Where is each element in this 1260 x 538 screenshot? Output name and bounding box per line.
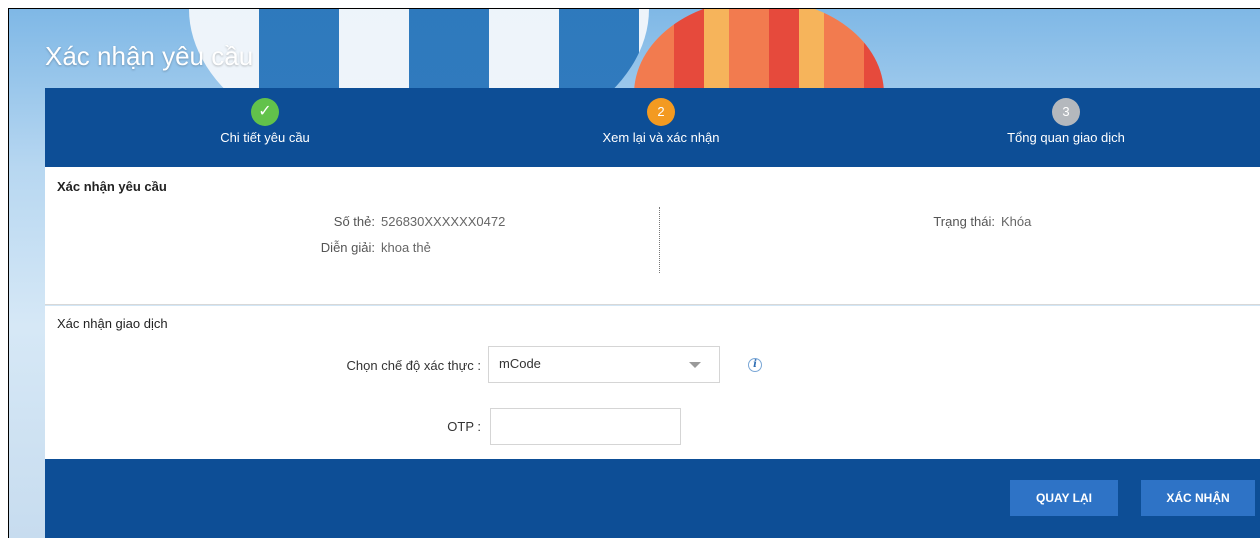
status-label: Trạng thái:	[933, 214, 995, 229]
action-footer: QUAY LẠI XÁC NHẬN	[45, 459, 1260, 538]
step-number-badge: 2	[647, 98, 675, 126]
page-title: Xác nhận yêu cầu	[45, 41, 254, 71]
auth-mode-value: mCode	[499, 356, 541, 371]
app-frame: Xác nhận yêu cầu ✓ Chi tiết yêu cầu 2 Xe…	[8, 8, 1260, 538]
status-value: Khóa	[1001, 214, 1032, 229]
step-label: Xem lại và xác nhận	[602, 130, 720, 145]
card-number-label: Số thẻ:	[333, 214, 375, 229]
description-label: Diễn giải:	[320, 240, 375, 255]
auth-mode-select[interactable]: mCode	[488, 346, 720, 383]
otp-input[interactable]	[490, 408, 681, 445]
step-transaction-overview: 3 Tổng quan giao dịch	[966, 98, 1166, 145]
column-divider	[659, 207, 660, 273]
chevron-down-icon	[689, 362, 701, 368]
back-button[interactable]: QUAY LẠI	[1010, 480, 1118, 516]
request-summary-section: Xác nhận yêu cầu Số thẻ: 526830XXXXXX0472…	[45, 167, 1260, 305]
card-number-row: Số thẻ: 526830XXXXXX0472	[295, 214, 506, 229]
stepper: ✓ Chi tiết yêu cầu 2 Xem lại và xác nhận…	[45, 88, 1260, 167]
info-icon[interactable]: i	[748, 358, 762, 372]
transaction-confirm-section: Xác nhận giao dịch Chọn chế độ xác thực …	[45, 306, 1260, 459]
step-review-confirm: 2 Xem lại và xác nhận	[561, 98, 761, 145]
step-label: Chi tiết yêu cầu	[220, 130, 310, 145]
checkmark-icon: ✓	[251, 98, 279, 126]
step-label: Tổng quan giao dịch	[1007, 130, 1125, 145]
step-number-badge: 3	[1052, 98, 1080, 126]
auth-mode-label: Chọn chế độ xác thực :	[346, 358, 481, 373]
request-panel: ✓ Chi tiết yêu cầu 2 Xem lại và xác nhận…	[45, 88, 1260, 538]
description-row: Diễn giải: khoa thẻ	[295, 240, 431, 255]
section-title: Xác nhận giao dịch	[57, 316, 168, 331]
otp-label: OTP :	[447, 419, 481, 434]
section-title: Xác nhận yêu cầu	[57, 179, 167, 194]
description-value: khoa thẻ	[381, 240, 431, 255]
confirm-button[interactable]: XÁC NHẬN	[1141, 480, 1255, 516]
card-number-value: 526830XXXXXX0472	[381, 214, 506, 229]
step-request-details: ✓ Chi tiết yêu cầu	[165, 98, 365, 145]
status-row: Trạng thái: Khóa	[915, 214, 1031, 229]
